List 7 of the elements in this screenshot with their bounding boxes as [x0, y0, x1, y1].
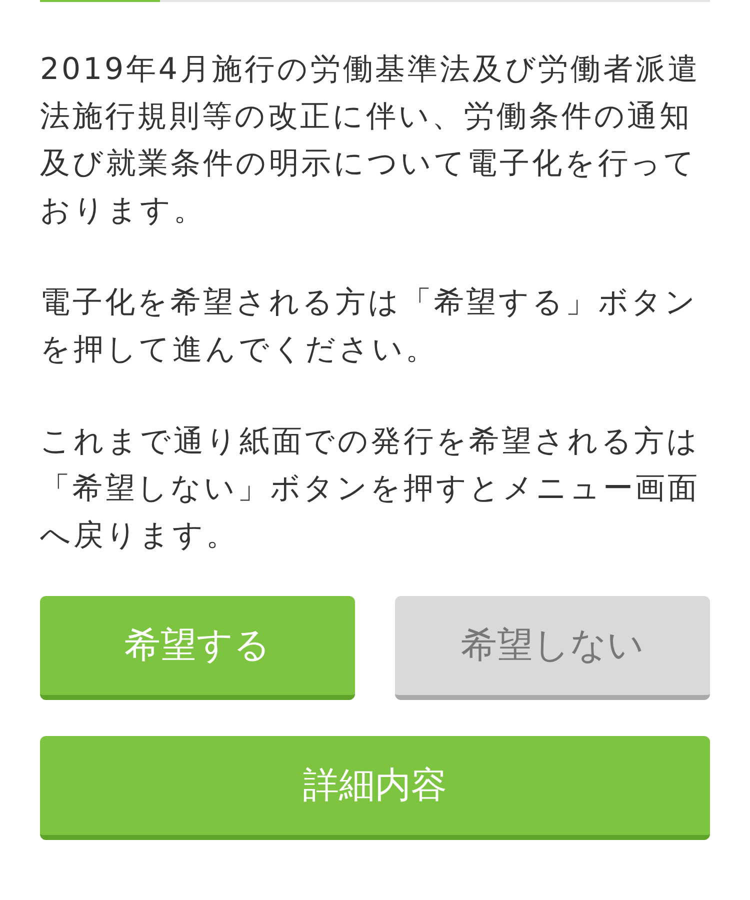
details-button[interactable]: 詳細内容	[40, 736, 710, 840]
tab-indicator[interactable]	[40, 0, 160, 2]
info-paragraph: 2019年4月施行の労働基準法及び労働者派遣法施行規則等の改正に伴い、労働条件の通知及び就業条件の明示について電子化を行っております。	[40, 51, 702, 230]
info-paragraph: 電子化を希望される方は「希望する」ボタンを押して進んでください。	[40, 284, 699, 369]
accept-button[interactable]: 希望する	[40, 596, 355, 700]
decline-button[interactable]: 希望しない	[395, 596, 710, 700]
info-paragraph: これまで通り紙面での発行を希望される方は「希望しない」ボタンを押すとメニュー画面へ戻ります。	[40, 423, 701, 555]
